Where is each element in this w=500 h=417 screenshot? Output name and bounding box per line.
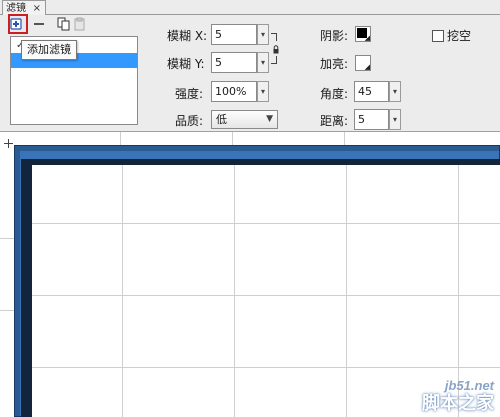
link-bracket-bottom [271,56,277,64]
knockout-label: 挖空 [447,29,472,43]
watermark-url: jb51.net [444,378,494,393]
tab-filters[interactable]: 滤镜 × [2,0,46,15]
strength-dropdown[interactable]: ▾ [257,81,269,102]
minus-icon [34,23,44,25]
distance-label: 距离: [320,114,349,128]
highlight-color-swatch[interactable]: ◢ [355,55,371,71]
grid-line [232,132,233,145]
paste-filter-button[interactable] [72,16,88,32]
add-filter-button[interactable] [8,14,28,34]
link-bracket-top [271,33,277,41]
lock-icon[interactable] [273,44,279,54]
distance-dropdown[interactable]: ▾ [389,109,401,130]
strength-label: 强度: [175,87,204,101]
copy-filter-button[interactable] [56,16,72,32]
add-filter-tooltip: 添加滤镜 [21,40,77,60]
distance-field[interactable]: 5 [354,109,389,130]
blur-x-dropdown[interactable]: ▾ [257,24,269,45]
angle-field[interactable]: 45 [354,81,389,102]
close-tab-icon[interactable]: × [33,1,41,16]
strength-field[interactable]: 100% [211,81,257,102]
watermark-title: 脚本之家 [422,393,494,413]
highlight-label: 加亮: [320,57,349,71]
angle-dropdown[interactable]: ▾ [389,81,401,102]
swatch-arrow-icon: ◢ [364,34,370,42]
quality-select[interactable]: 低 ▼ [211,110,278,129]
grid-line [120,132,121,145]
paste-icon [74,17,85,31]
shadow-color-swatch[interactable]: ◢ [355,26,371,42]
quality-value: 低 [216,113,227,126]
copy-icon [57,17,70,31]
registration-mark-v [8,139,9,148]
site-watermark: jb51.net 脚本之家 [422,378,494,414]
remove-filter-button[interactable] [31,16,47,32]
shadow-label: 阴影: [320,29,349,43]
angle-label: 角度: [320,87,349,101]
blur-y-label: 模糊 Y: [167,57,205,71]
blur-y-field[interactable]: 5 [211,52,257,73]
grid-line [344,132,345,145]
knockout-checkbox[interactable] [432,30,444,42]
blur-x-label: 模糊 X: [167,29,208,43]
blur-y-dropdown[interactable]: ▾ [257,52,269,73]
blur-x-field[interactable]: 5 [211,24,257,45]
swatch-arrow-icon: ◢ [364,63,370,71]
tab-filters-label: 滤镜 [6,3,26,14]
add-filter-icon [10,18,22,30]
quality-label: 品质: [175,114,204,128]
chevron-down-icon: ▼ [266,114,273,124]
